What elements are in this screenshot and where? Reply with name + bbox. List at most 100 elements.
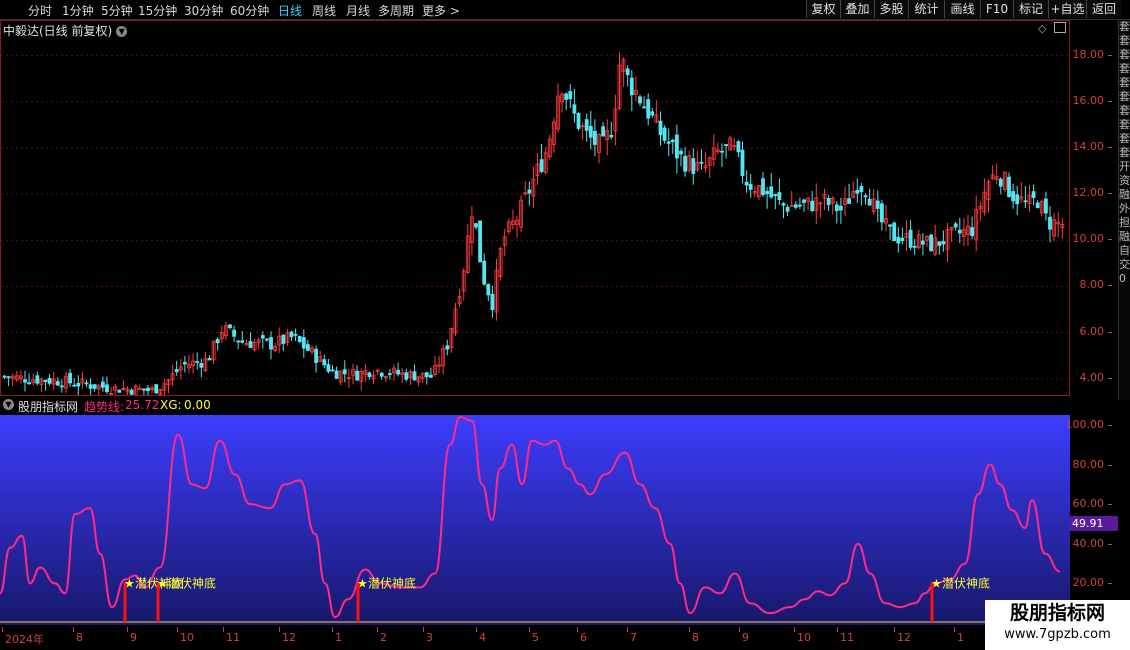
tab-fenshi[interactable]: 分时 [28, 2, 52, 19]
candle-body [43, 379, 48, 383]
time-tick-label: 10 [180, 631, 194, 644]
indicator-tick-mark [1108, 543, 1112, 545]
time-tick-mark [739, 627, 740, 632]
time-tick-label: 2024年 [5, 633, 44, 646]
candle-body [584, 119, 589, 131]
time-tick-label: 5 [532, 631, 539, 644]
candle-body [47, 377, 52, 384]
watermark: 股朋指标网 www.7gpzb.com [985, 600, 1130, 650]
time-tick-mark [837, 627, 838, 632]
candle-body [6, 376, 11, 379]
candle-body [248, 340, 253, 349]
price-tick-mark [1108, 193, 1112, 195]
mark-button[interactable]: 标记 [1013, 0, 1048, 18]
tab-30min[interactable]: 30分钟 [184, 2, 223, 19]
back-button[interactable]: 返回 [1086, 0, 1121, 18]
candle-body [593, 130, 597, 145]
star-icon: ★ [931, 576, 942, 590]
indicator-panel[interactable]: ★潜伏神底★潜伏神底★潜伏神底★潜伏神底 [0, 415, 1070, 625]
side-info-text: 套 套 套 套 套 套 套 套 套 套 开 资 融 外 担 融 自 交 0 [1119, 20, 1130, 285]
candle-body [154, 384, 159, 394]
candle-body [658, 120, 663, 136]
star-icon: ★ [124, 576, 135, 590]
price-tick-mark [1108, 331, 1112, 333]
tab-monthly[interactable]: 月线 [346, 2, 370, 19]
time-tick-mark [627, 627, 628, 632]
window-toggle-icon[interactable] [1054, 22, 1066, 33]
time-tick-label: 1 [957, 631, 964, 644]
candle-body [486, 284, 491, 296]
candle-body [683, 155, 687, 172]
candle-body [68, 372, 72, 384]
tab-more[interactable]: 更多 > [422, 2, 460, 19]
candle-body [387, 373, 392, 376]
indicator-tick-mark [1108, 583, 1112, 585]
candle-body [117, 389, 122, 393]
candle-body [424, 372, 429, 378]
tab-15min[interactable]: 15分钟 [138, 2, 177, 19]
tab-weekly[interactable]: 周线 [312, 2, 336, 19]
tab-daily[interactable]: 日线 [278, 2, 302, 19]
time-tick-mark [689, 627, 690, 632]
indicator-tick-label: 100.00 [1065, 417, 1105, 431]
candle-body [970, 227, 974, 237]
candle-body [638, 96, 642, 104]
star-icon: ★ [157, 576, 168, 590]
chevron-down-icon[interactable]: ▼ [116, 26, 128, 37]
f10-button[interactable]: F10 [980, 0, 1013, 18]
candle-body [342, 369, 347, 375]
candlestick-panel[interactable] [0, 20, 1070, 396]
candle-body [798, 204, 802, 207]
diamond-icon[interactable]: ◇ [1038, 22, 1046, 35]
indicator-tick-mark [1108, 424, 1112, 426]
tab-1min[interactable]: 1分钟 [62, 2, 94, 19]
candle-body [847, 198, 851, 204]
draw-line-button[interactable]: 画线 [944, 0, 980, 18]
candle-body [998, 178, 1003, 187]
candle-body [478, 220, 483, 263]
price-tick-label: 6.00 [1079, 324, 1105, 338]
time-tick-label: 6 [580, 631, 587, 644]
indicator-name: 股朋指标网 [18, 400, 79, 414]
candle-body [629, 77, 634, 96]
price-tick-mark [1108, 100, 1112, 102]
star-icon: ★ [357, 576, 368, 590]
price-tick-label: 8.00 [1079, 278, 1105, 292]
time-tick-label: 10 [797, 631, 811, 644]
candle-body [305, 344, 310, 351]
signal-label: 潜伏神底 [168, 575, 216, 590]
tab-5min[interactable]: 5分钟 [101, 2, 133, 19]
indicator-tick-label: 20.00 [1072, 576, 1105, 590]
candle-body [23, 379, 27, 383]
multi-stock-button[interactable]: 多股 [874, 0, 908, 18]
candle-body [789, 205, 794, 207]
overlay-button[interactable]: 叠加 [840, 0, 874, 18]
candle-body [297, 336, 302, 342]
statistics-button[interactable]: 统计 [908, 0, 944, 18]
xg-label: XG: [160, 398, 182, 412]
time-tick-mark [894, 627, 895, 632]
time-tick-label: 11 [840, 631, 854, 644]
candle-body [334, 370, 339, 379]
tab-multi-period[interactable]: 多周期 [378, 2, 414, 19]
tab-60min[interactable]: 60分钟 [230, 2, 269, 19]
candle-body [1011, 191, 1015, 202]
chevron-down-icon[interactable]: ▼ [3, 399, 14, 410]
indicator-chart: ★潜伏神底★潜伏神底★潜伏神底★潜伏神底 [0, 415, 1070, 625]
candle-body [301, 337, 306, 349]
candle-body [777, 192, 782, 201]
candle-body [929, 234, 933, 252]
candle-body [2, 375, 7, 378]
price-tick-label: 14.00 [1072, 139, 1105, 153]
candle-body [445, 345, 450, 350]
candle-body [35, 375, 40, 384]
candle-body [1031, 191, 1036, 198]
add-favorite-button[interactable]: +自选 [1048, 0, 1086, 18]
side-info-strip: 套 套 套 套 套 套 套 套 套 套 开 资 融 外 担 融 自 交 0 [1118, 20, 1130, 400]
time-axis: 2024年 8 9 10 11 12 1 2 3 4 5 6 7 8 9 10 11 12 1 [0, 627, 1070, 650]
candle-body [785, 206, 790, 212]
time-tick-label: 1 [335, 631, 342, 644]
candle-body [572, 104, 577, 114]
candle-body [646, 99, 651, 119]
restore-rights-button[interactable]: 复权 [806, 0, 840, 18]
